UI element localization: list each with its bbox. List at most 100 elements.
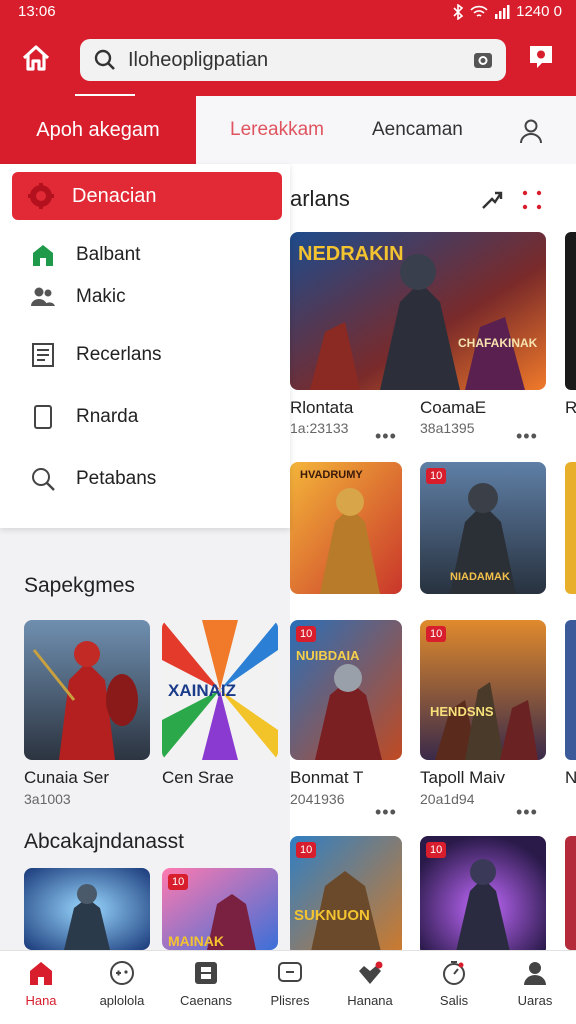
profile-icon [524,962,546,985]
drawer-item-active[interactable]: Denacian [12,172,282,220]
drawer-item-label: Recerlans [76,344,162,365]
nav-label: Plisres [270,993,310,1008]
user-icon [520,119,542,144]
home-icon [30,962,52,985]
bottom-navigation: Hana aplolola Caenans Plisres Hanana Sal… [0,950,576,1024]
more-options-icon[interactable]: ••• [375,426,397,447]
section-title: Sapekgmes [24,574,135,597]
game-meta: 2041936 [290,791,345,807]
game-tile[interactable] [24,868,150,950]
drawer-item[interactable]: Rnarda [30,400,138,434]
tab-second[interactable]: Lereakkam [230,96,324,164]
drawer-item-label: Balbant [76,244,141,265]
next-column-label: R [565,398,576,417]
game-cover-art: NEDRAKIN CHAFAKINAK [290,232,546,390]
messages-button[interactable] [526,42,556,72]
settings-icon [28,183,54,209]
game-tile[interactable]: 10 [420,836,546,950]
nav-label: Hanana [347,993,393,1008]
game-tile[interactable]: NEDRAKIN CHAFAKINAK [290,232,546,390]
section-title: Abcakajndanasst [24,830,184,853]
cover-title: NEDRAKIN [298,243,404,265]
drawer-item[interactable]: Makic [30,280,126,314]
more-options-icon[interactable]: ••• [375,802,397,823]
nav-item-profile[interactable]: Uaras [495,959,575,1008]
drawer-item[interactable]: Petabans [30,462,156,496]
rating-badge: 10 [296,842,317,858]
game-cover-art [24,620,150,760]
game-tile[interactable]: HENDSNS 10 [420,620,546,760]
game-icon [110,961,134,985]
camera-icon[interactable] [472,49,494,71]
people-icon [31,287,55,306]
main-section-title: arlans [290,186,350,211]
home-icon [22,45,50,71]
drawer-item[interactable]: Recerlans [30,338,162,372]
status-right-text: 1240 0 [516,3,562,20]
game-meta: 20a1d94 [420,791,475,807]
game-cover-art: XAINAIZ [162,620,278,760]
drawer-item-label: Petabans [76,468,157,489]
next-column-tile[interactable] [565,620,576,760]
search-input[interactable]: Iloheopligpatian [128,49,268,72]
next-column-tile[interactable] [565,836,576,950]
game-tile[interactable]: XAINAIZ [162,620,278,760]
home-button[interactable] [18,40,54,76]
nav-item-home[interactable]: Hana [1,959,81,1008]
tablet-icon [34,405,52,429]
cover-title: MAINAK [168,933,224,949]
game-meta: 1a:23133 [290,420,349,436]
timer-icon [443,961,465,985]
main-game-grid: arlans NEDRAKIN CHAFAKINAK Rlontata 1a:2… [290,164,576,950]
status-time: 13:06 [18,3,56,20]
more-options-icon[interactable]: ••• [516,802,538,823]
nav-item-chat[interactable]: Plisres [250,959,330,1008]
game-tile[interactable]: NUIBDAIA 10 [290,620,402,760]
cover-title: NUIBDAIA [296,648,360,663]
tab-active[interactable]: Apoh akegam [0,96,196,164]
bluetooth-icon [453,3,464,20]
nav-label: Hana [25,993,57,1008]
message-icon [530,46,552,68]
search-bar[interactable]: Iloheopligpatian [80,39,506,81]
gallery-icon [195,962,217,984]
game-tile[interactable]: MAINAK 10 [162,868,278,950]
game-tile[interactable] [24,620,150,760]
signal-icon [495,4,510,19]
nav-item-timer[interactable]: Salis [414,959,494,1008]
game-tile[interactable]: NIADAMAK 10 [420,462,546,594]
game-title: Cen Srae [162,768,234,787]
cover-title: XAINAIZ [168,681,236,700]
game-cover-art: HVADRUMY [290,462,402,594]
cover-title: NIADAMAK [450,571,510,583]
heart-icon [359,961,383,984]
next-column-tile[interactable] [565,232,576,390]
status-bar: 13:06 1240 0 [0,0,576,26]
rating-badge: 10 [168,874,189,890]
game-title: Bonmat T [290,768,364,787]
drawer-item[interactable]: Balbant [30,238,140,272]
share-icon[interactable] [480,188,504,212]
search-icon [94,49,115,70]
nav-item-games[interactable]: aplolola [82,959,162,1008]
game-tile[interactable]: HVADRUMY [290,462,402,594]
account-button[interactable] [518,118,544,144]
tab-third[interactable]: Aencaman [372,96,463,164]
more-options-icon[interactable]: ••• [516,426,538,447]
game-tile[interactable]: SUKNUON 10 [290,836,402,950]
next-column-tile[interactable] [565,462,576,594]
nav-item-favorites[interactable]: Hanana [330,959,410,1008]
nav-label: aplolola [99,993,145,1008]
rating-badge: 10 [296,626,317,642]
grid-icon[interactable] [520,188,544,212]
nav-label: Uaras [517,993,553,1008]
rating-badge: 10 [426,842,447,858]
game-meta: 3a1003 [24,791,71,807]
nav-label: Caenans [179,993,233,1008]
rating-badge: 10 [426,468,447,484]
nav-label: Salis [439,993,469,1008]
game-title: Rlontata [290,398,354,417]
wifi-icon [470,5,488,17]
nav-item-gallery[interactable]: Caenans [166,959,246,1008]
document-icon [32,343,54,367]
